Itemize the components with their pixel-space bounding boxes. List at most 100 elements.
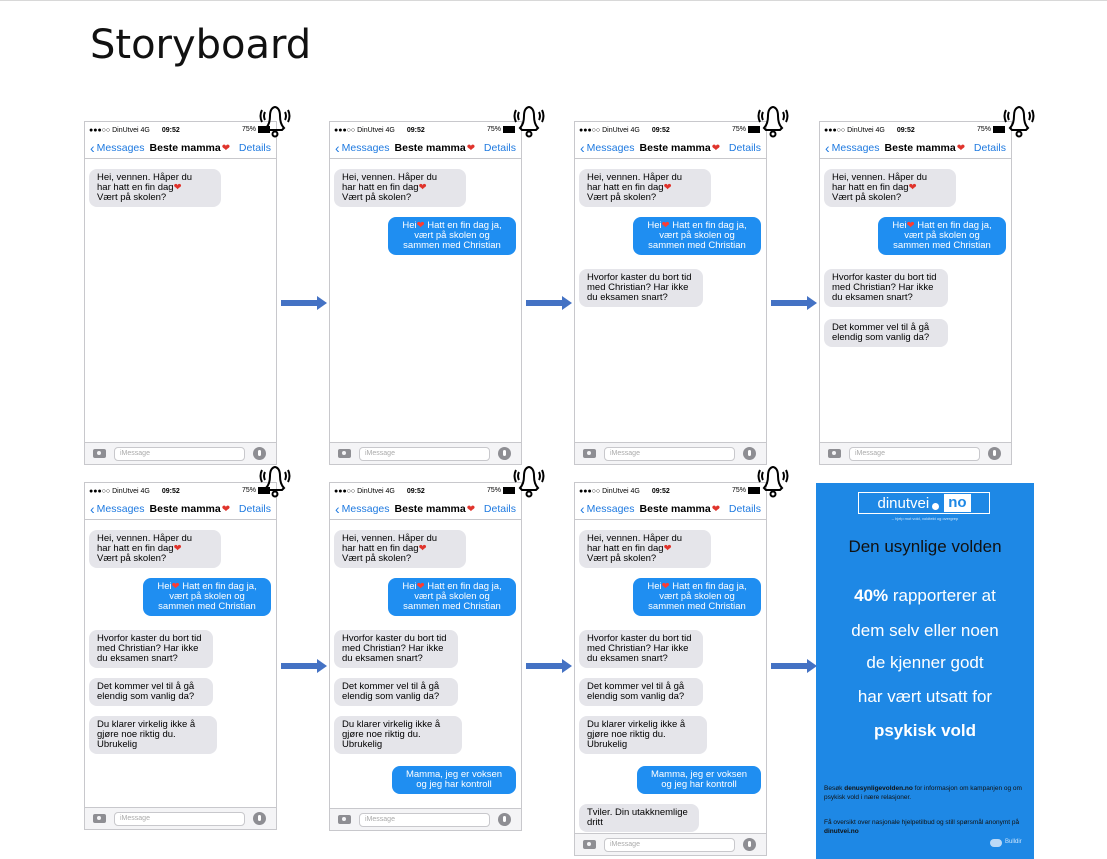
ringing-bell-icon (259, 465, 291, 498)
imessage-input[interactable]: iMessage (114, 446, 245, 461)
nav-bar: ‹ Messages Beste mamma ❤ Details (330, 138, 521, 159)
heart-icon: ❤ (418, 182, 427, 193)
microphone-icon[interactable] (498, 813, 511, 826)
message-incoming-3: Det kommer vel til å gå elendig som vanl… (89, 678, 213, 706)
carrier-label: ●●●○○ DinUtvei 4G (334, 126, 395, 134)
message-outgoing-2: Mamma, jeg er voksen og jeg har kontroll (392, 766, 516, 794)
contact-name: Beste mamma (639, 503, 711, 515)
info-link[interactable]: dinutvei.no (824, 828, 859, 835)
nav-bar: ‹ Messages Beste mamma ❤ Details (85, 138, 276, 159)
microphone-icon[interactable] (498, 447, 511, 460)
back-button[interactable]: ‹ Messages (90, 141, 145, 155)
arrow-right-icon (526, 296, 572, 310)
back-label: Messages (341, 142, 390, 154)
msg-line: Vært på skolen? (587, 553, 657, 564)
chevron-left-icon: ‹ (90, 501, 95, 517)
message-incoming-1: Hei, vennen. Håper du har hatt en fin dag… (334, 169, 466, 207)
camera-icon[interactable] (583, 449, 596, 458)
poster-headline: Den usynlige volden (848, 537, 1002, 556)
carrier-label: ●●●○○ DinUtvei 4G (334, 487, 395, 495)
imessage-input[interactable]: iMessage (604, 837, 735, 852)
arrow-right-icon (281, 296, 327, 310)
microphone-icon[interactable] (743, 447, 756, 460)
back-button[interactable]: ‹ Messages (90, 501, 145, 517)
phone-frame-4: ●●●○○ DinUtvei 4G 09:52 75% ‹ Messages Be… (819, 121, 1012, 465)
ringing-bell-icon (1003, 105, 1035, 138)
top-divider (0, 0, 1107, 1)
details-button[interactable]: Details (484, 142, 516, 154)
imessage-input[interactable]: iMessage (604, 446, 735, 461)
message-incoming-1: Hei, vennen. Håper du har hatt en fin dag… (579, 530, 711, 568)
message-outgoing-1: Hei❤ Hatt en fin dag ja, vært på skolen o… (143, 578, 271, 616)
imessage-input[interactable]: iMessage (359, 812, 490, 827)
campaign-poster: dinutvei no – hjelp mot vold, voldtekt og… (816, 483, 1034, 859)
contact-name: Beste mamma (149, 142, 221, 154)
back-button[interactable]: ‹ Messages (335, 141, 390, 155)
camera-icon[interactable] (338, 449, 351, 458)
slide-title: Storyboard (90, 22, 312, 68)
camera-icon[interactable] (338, 815, 351, 824)
imessage-input[interactable]: iMessage (114, 811, 245, 826)
contact-name: Beste mamma (639, 142, 711, 154)
back-button[interactable]: ‹ Messages (580, 141, 635, 155)
nav-bar: ‹ Messages Beste mamma ❤ Details (330, 499, 521, 520)
microphone-icon[interactable] (988, 447, 1001, 460)
back-button[interactable]: ‹ Messages (335, 502, 390, 516)
battery-label: 75% (241, 126, 256, 133)
message-outgoing-1: Hei❤ Hatt en fin dag ja, vært på skolen o… (633, 578, 761, 616)
message-incoming-4: Du klarer virkelig ikke å gjøre noe rikt… (579, 716, 707, 754)
imessage-input[interactable]: iMessage (359, 446, 490, 461)
phone-frame-5: ●●●○○ DinUtvei 4G 09:52 75% ‹ Messages Be… (84, 482, 277, 830)
camera-icon[interactable] (93, 814, 106, 823)
details-button[interactable]: Details (239, 503, 271, 515)
ringing-bell-icon (513, 105, 545, 138)
msg-line: sammen med Christian (648, 240, 746, 251)
message-incoming-2: Hvorfor kaster du bort tid med Christian… (824, 269, 948, 307)
details-button[interactable]: Details (239, 142, 271, 154)
details-button[interactable]: Details (974, 142, 1006, 154)
logo-tagline: – hjelp mot vold, voldtekt og overgrep (891, 516, 959, 521)
microphone-icon[interactable] (253, 447, 266, 460)
heart-icon: ❤ (418, 543, 427, 554)
phone-frame-7: ●●●○○ DinUtvei 4G 09:52 75% ‹ Messages Be… (574, 482, 767, 856)
camera-icon[interactable] (583, 840, 596, 849)
arrow-right-icon (281, 659, 327, 673)
poster-line-5: psykisk vold (816, 721, 1034, 741)
heart-icon: ❤ (663, 182, 672, 193)
heart-icon: ❤ (908, 182, 917, 193)
back-button[interactable]: ‹ Messages (580, 502, 635, 516)
toggle-label: Bulldir (1005, 839, 1022, 845)
arrow-right-icon (771, 659, 817, 673)
input-bar: iMessage (575, 442, 766, 464)
message-incoming-3: Det kommer vel til å gå elendig som vanl… (334, 678, 458, 706)
contact-name: Beste mamma (394, 142, 466, 154)
details-button[interactable]: Details (729, 503, 761, 515)
phone-frame-3: ●●●○○ DinUtvei 4G 09:52 75% ‹ Messages Be… (574, 121, 767, 465)
message-incoming-2: Hvorfor kaster du bort tid med Christian… (579, 630, 703, 668)
battery-label: 75% (486, 487, 501, 494)
carrier-label: ●●●○○ DinUtvei 4G (89, 126, 150, 134)
poster-info-2: Få oversikt over nasjonale hjelpetilbud … (824, 818, 1029, 836)
message-incoming-5: Tviler. Din utakknemlige dritt (579, 804, 699, 832)
details-button[interactable]: Details (729, 142, 761, 154)
microphone-icon[interactable] (743, 838, 756, 851)
details-button[interactable]: Details (484, 503, 516, 515)
info-link[interactable]: denusynligevolden.no (844, 785, 913, 792)
nav-bar: ‹ Messages Beste mamma ❤ Details (85, 499, 276, 520)
arrow-right-icon (526, 659, 572, 673)
msg-line: Vært på skolen? (342, 192, 412, 203)
phone-frame-1: ●●●○○ DinUtvei 4G 09:52 75% ‹ Messages Be… (84, 121, 277, 465)
stat-number: 40% (854, 586, 889, 605)
imessage-input[interactable]: iMessage (849, 446, 980, 461)
back-button[interactable]: ‹ Messages (825, 140, 880, 156)
camera-icon[interactable] (93, 449, 106, 458)
carrier-label: ●●●○○ DinUtvei 4G (824, 126, 885, 134)
chevron-left-icon: ‹ (825, 140, 830, 156)
microphone-icon[interactable] (253, 812, 266, 825)
msg-line: Vært på skolen? (342, 553, 412, 564)
message-incoming-4: Du klarer virkelig ikke å gjøre noe rikt… (334, 716, 462, 754)
camera-icon[interactable] (828, 449, 841, 458)
status-bar: ●●●○○ DinUtvei 4G 09:52 75% (85, 122, 276, 138)
back-label: Messages (341, 503, 390, 515)
heart-icon: ❤ (221, 142, 231, 154)
